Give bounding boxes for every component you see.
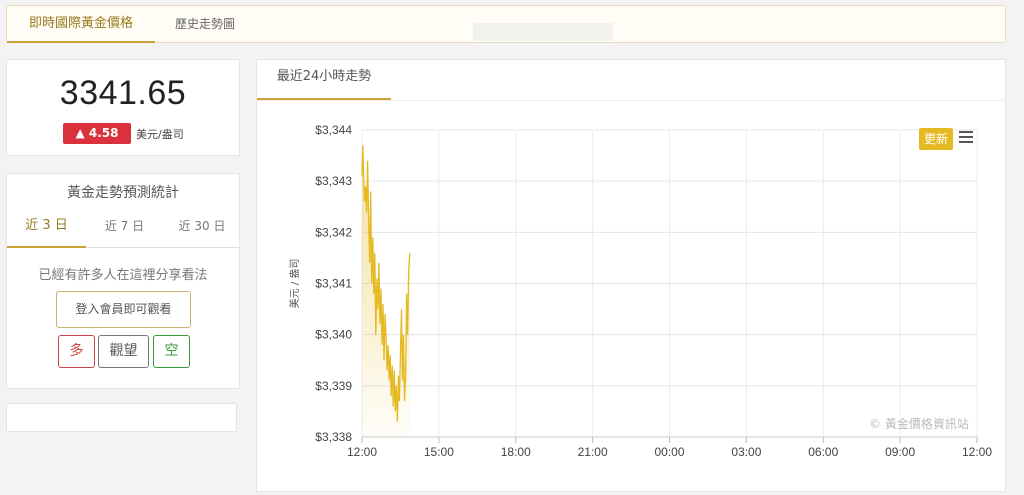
period-tabs: 近 3 日 近 7 日 近 30 日 — [7, 212, 239, 248]
chart-card: 最近24小時走勢 $3,344 $3,343 $3,342 $3,341 $3,340 $… — [256, 59, 1006, 492]
vote-long-button[interactable]: 多 — [58, 335, 95, 368]
x-tick-label: 09:00 — [885, 445, 915, 459]
tab-period-7d[interactable]: 近 7 日 — [86, 212, 163, 248]
x-tick-label: 03:00 — [731, 445, 761, 459]
y-tick-label: $3,343 — [315, 174, 352, 188]
y-tick-label: $3,340 — [315, 328, 352, 342]
price-change-badge: ▲ 4.58 — [63, 123, 131, 144]
vote-short-button[interactable]: 空 — [153, 335, 190, 368]
x-tick-label: 12:00 — [962, 445, 992, 459]
chart-watermark: © 黃金價格資訊站 — [869, 417, 969, 431]
tab-period-3d[interactable]: 近 3 日 — [7, 212, 86, 248]
empty-placeholder-card — [6, 403, 237, 432]
forecast-stats-card: 黃金走勢預測統計 近 3 日 近 7 日 近 30 日 已經有許多人在這裡分享看… — [6, 173, 240, 389]
price-unit: 美元/盎司 — [136, 128, 184, 141]
x-tick-label: 12:00 — [347, 445, 377, 459]
price-area-fill — [362, 145, 410, 437]
y-tick-label: $3,341 — [315, 277, 352, 291]
hamburger-menu-icon[interactable] — [959, 131, 973, 143]
tab-period-30d[interactable]: 近 30 日 — [163, 212, 241, 248]
x-tick-label: 15:00 — [424, 445, 454, 459]
refresh-button[interactable]: 更新 — [919, 128, 953, 150]
y-tick-label: $3,342 — [315, 225, 352, 239]
login-to-view-button[interactable]: 登入會員即可觀看 — [56, 291, 191, 328]
top-nav: 即時國際黃金價格 歷史走勢圖 — [6, 5, 1006, 43]
y-tick-label: $3,344 — [315, 123, 352, 137]
faded-ad-placeholder — [473, 23, 613, 41]
x-tick-label: 18:00 — [501, 445, 531, 459]
tab-history-chart[interactable]: 歷史走勢圖 — [175, 6, 235, 43]
forecast-title: 黃金走勢預測統計 — [67, 185, 179, 201]
x-tick-label: 21:00 — [578, 445, 608, 459]
tab-realtime-gold-price[interactable]: 即時國際黃金價格 — [7, 6, 155, 43]
price-card: 3341.65 ▲ 4.58 美元/盎司 — [6, 59, 240, 156]
x-tick-label: 06:00 — [808, 445, 838, 459]
y-tick-label: $3,338 — [315, 430, 352, 444]
gold-price-value: 3341.65 — [59, 74, 187, 112]
share-opinion-text: 已經有許多人在這裡分享看法 — [38, 268, 208, 283]
vote-wait-button[interactable]: 觀望 — [98, 335, 149, 368]
x-tick-label: 00:00 — [654, 445, 684, 459]
y-tick-label: $3,339 — [315, 379, 352, 393]
y-axis-label: 美元 / 盎司 — [288, 259, 301, 309]
